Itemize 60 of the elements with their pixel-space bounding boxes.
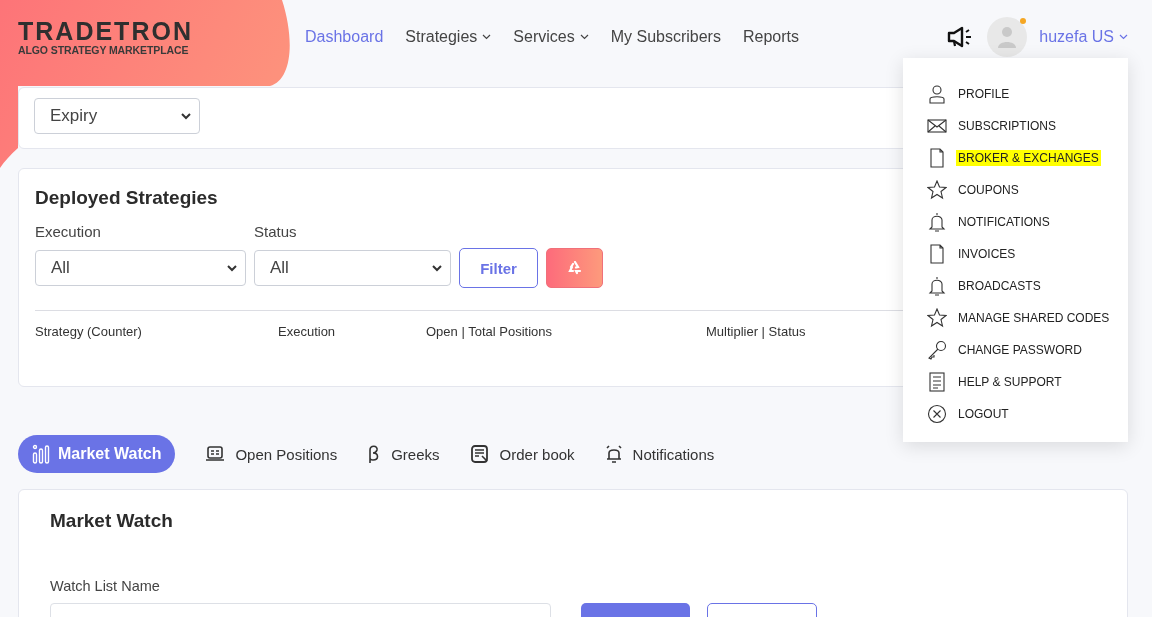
chevron-icon bbox=[432, 264, 442, 272]
expiry-select[interactable]: Expiry bbox=[34, 98, 200, 134]
nav-link[interactable]: Dashboard bbox=[305, 28, 384, 46]
column-header: Multiplier | Status bbox=[706, 324, 806, 339]
nav-link[interactable]: Reports bbox=[742, 28, 799, 46]
tab[interactable]: Order book bbox=[469, 435, 575, 473]
menu-item[interactable]: SUBSCRIPTIONS bbox=[903, 110, 1128, 142]
person-icon bbox=[997, 26, 1018, 48]
user-menu-toggle[interactable]: huzefa US bbox=[1039, 28, 1128, 46]
star-icon bbox=[927, 180, 947, 200]
document-icon bbox=[927, 244, 947, 264]
chevron-icon bbox=[181, 112, 191, 120]
field-label: Execution bbox=[35, 223, 102, 240]
key-icon bbox=[927, 340, 947, 360]
tab[interactable]: Greeks bbox=[367, 435, 440, 473]
recycle-icon bbox=[566, 261, 583, 275]
receipt-icon bbox=[469, 444, 490, 464]
bell-icon bbox=[927, 212, 947, 232]
document-icon bbox=[927, 148, 947, 168]
menu-item[interactable]: BROADCASTS bbox=[903, 270, 1128, 302]
column-header: Execution bbox=[278, 324, 337, 339]
section-title: Deployed Strategies bbox=[35, 187, 218, 209]
alarm-bell-icon bbox=[604, 444, 623, 464]
bell-icon bbox=[927, 276, 947, 296]
close-icon bbox=[927, 404, 947, 424]
tab[interactable]: Notifications bbox=[604, 435, 715, 473]
avatar[interactable] bbox=[987, 17, 1028, 57]
menu-item[interactable]: BROKER & EXCHANGES bbox=[903, 142, 1128, 174]
menu-item[interactable]: MANAGE SHARED CODES bbox=[903, 302, 1128, 334]
laptop-icon bbox=[205, 445, 226, 463]
checklist-icon bbox=[927, 372, 947, 392]
menu-item[interactable]: CHANGE PASSWORD bbox=[903, 334, 1128, 366]
column-header: Open | Total Positions bbox=[426, 324, 553, 339]
star-icon bbox=[927, 308, 947, 328]
chevron-icon bbox=[227, 264, 237, 272]
menu-item[interactable]: COUPONS bbox=[903, 174, 1128, 206]
menu-item[interactable]: NOTIFICATIONS bbox=[903, 206, 1128, 238]
user-icon bbox=[927, 84, 947, 104]
filter-select[interactable]: All bbox=[35, 250, 246, 286]
menu-item[interactable]: INVOICES bbox=[903, 238, 1128, 270]
envelope-icon bbox=[927, 116, 947, 136]
tab[interactable]: Market Watch bbox=[18, 435, 176, 473]
caret-icon bbox=[1119, 34, 1128, 40]
column-header: Strategy (Counter) bbox=[35, 324, 143, 339]
logo-tagline: ALGO STRATEGY MARKETPLACE bbox=[18, 44, 190, 56]
filter-select[interactable]: All bbox=[254, 250, 451, 286]
filter-button[interactable]: Filter bbox=[459, 248, 538, 288]
nav-link[interactable]: Services bbox=[513, 28, 589, 46]
menu-item[interactable]: LOGOUT bbox=[903, 398, 1128, 430]
tab[interactable]: Open Positions bbox=[205, 435, 338, 473]
reset-button[interactable] bbox=[546, 248, 603, 288]
menu-item[interactable]: PROFILE bbox=[903, 78, 1128, 110]
menu-item[interactable]: HELP & SUPPORT bbox=[903, 366, 1128, 398]
field-label: Status bbox=[254, 223, 298, 240]
nav-link[interactable]: My Subscribers bbox=[610, 28, 721, 46]
nav-link[interactable]: Strategies bbox=[405, 28, 492, 46]
field-label: Watch List Name bbox=[50, 578, 161, 594]
bar-chart-icon bbox=[32, 444, 50, 464]
section-title: Market Watch bbox=[50, 510, 173, 532]
logo-wordmark[interactable]: TRADETRON bbox=[18, 18, 305, 44]
